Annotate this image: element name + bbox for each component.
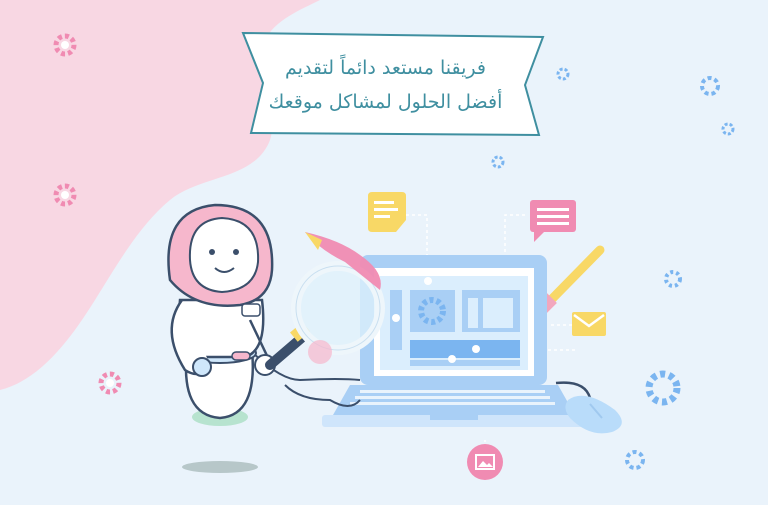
- gear-icon: [700, 76, 720, 96]
- headline-banner: فريقنا مستعد دائماً لتقديم أفضل الحلول ل…: [243, 33, 543, 138]
- gear-icon: [556, 67, 570, 81]
- banner-line-2: أفضل الحلول لمشاكل موقعك: [268, 91, 503, 113]
- gear-icon: [491, 155, 505, 169]
- note-icon: [368, 192, 406, 232]
- mail-icon: [572, 312, 606, 336]
- illustration-stage: فريقنا مستعد دائماً لتقديم أفضل الحلول ل…: [0, 0, 768, 505]
- gear-icon: [625, 450, 645, 470]
- banner-text: فريقنا مستعد دائماً لتقديم أفضل الحلول ل…: [243, 51, 528, 119]
- gear-icon: [664, 270, 682, 288]
- robot-character: [167, 203, 276, 426]
- robot-shadow: [182, 461, 258, 473]
- image-icon: [467, 444, 503, 480]
- magnifier-icon: [265, 232, 385, 370]
- banner-line-1: فريقنا مستعد دائماً لتقديم: [285, 57, 486, 79]
- chat-icon: [530, 200, 576, 242]
- gear-icon: [98, 371, 122, 395]
- gear-icon: [721, 122, 735, 136]
- gear-icon: [645, 370, 681, 406]
